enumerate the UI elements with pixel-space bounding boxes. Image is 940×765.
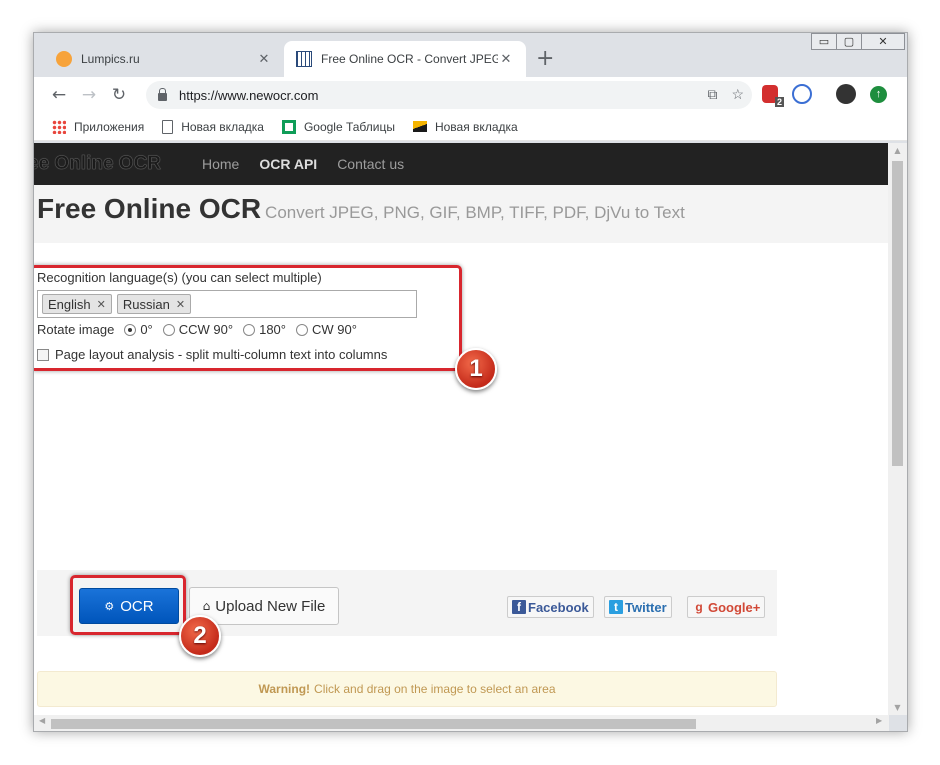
horizontal-scrollbar[interactable]: ◀ ▶: [34, 715, 889, 731]
home-icon: ⌂: [202, 599, 211, 613]
bookmarks-bar: Приложения Новая вкладка Google Таблицы …: [34, 113, 907, 141]
page-header: Free Online OCR Convert JPEG, PNG, GIF, B…: [34, 185, 889, 243]
tab-strip: Lumpics.ru ✕ Free Online OCR - Convert J…: [34, 41, 907, 77]
bookmark-apps[interactable]: Приложения: [52, 119, 145, 134]
forward-button[interactable]: →: [74, 85, 104, 105]
bookmark-label: Новая вкладка: [181, 119, 264, 134]
apps-icon: [52, 119, 66, 134]
vertical-scroll-thumb[interactable]: [892, 161, 903, 466]
reload-button[interactable]: ↻: [104, 85, 134, 105]
browser-window: ▭ ▢ ✕ Lumpics.ru ✕ Free Online OCR - Con…: [33, 32, 908, 732]
callout-badge-2: 2: [179, 615, 221, 657]
title-text: Free Online OCR: [37, 193, 262, 224]
site-navbar: ee Online OCR Home OCR API Contact us: [34, 143, 889, 185]
facebook-icon: f: [512, 600, 526, 614]
lock-icon: [158, 88, 167, 101]
tab-title: Lumpics.ru: [81, 52, 140, 66]
close-icon[interactable]: ✕: [256, 52, 272, 67]
warning-text: Click and drag on the image to select an…: [314, 682, 556, 696]
bookmark-label: Приложения: [74, 119, 145, 134]
bookmark-label: Google Таблицы: [303, 119, 395, 134]
tab-title: Free Online OCR - Convert JPEG: [321, 52, 498, 66]
vertical-scrollbar[interactable]: ▲ ▼: [888, 143, 907, 715]
google-plus-label: Google+: [708, 599, 761, 615]
opera-extension-icon[interactable]: 2: [762, 85, 784, 107]
warning-alert: Warning! Click and drag on the image to …: [37, 671, 777, 707]
page-subtitle: Convert JPEG, PNG, GIF, BMP, TIFF, PDF, …: [265, 203, 685, 222]
bookmark-new-tab-2[interactable]: Новая вкладка: [412, 119, 518, 134]
tab-newocr[interactable]: Free Online OCR - Convert JPEG ✕: [284, 41, 526, 77]
scroll-right-icon[interactable]: ▶: [876, 716, 882, 725]
avatar[interactable]: [836, 84, 856, 104]
upload-button-label: Upload New File: [215, 597, 326, 615]
bookmark-google-sheets[interactable]: Google Таблицы: [281, 119, 395, 134]
page-viewport: ee Online OCR Home OCR API Contact us Fr…: [34, 143, 889, 715]
bookmark-new-tab[interactable]: Новая вкладка: [162, 119, 264, 134]
google-plus-icon: g: [695, 600, 703, 614]
close-icon[interactable]: ✕: [498, 52, 514, 67]
image-icon: [412, 121, 427, 132]
url-text[interactable]: https://www.newocr.com: [179, 88, 318, 103]
tab-lumpics[interactable]: Lumpics.ru ✕: [44, 41, 284, 77]
scroll-down-icon[interactable]: ▼: [888, 703, 907, 712]
sheets-icon: [281, 119, 296, 134]
page-title: Free Online OCR Convert JPEG, PNG, GIF, B…: [37, 193, 685, 225]
facebook-share-button[interactable]: f Facebook: [507, 596, 594, 618]
highlight-box-ocr: [70, 575, 186, 635]
warning-strong: Warning!: [258, 682, 311, 696]
twitter-label: Twitter: [625, 599, 667, 615]
scroll-up-icon[interactable]: ▲: [888, 146, 907, 155]
browser-toolbar: ← → ↻ https://www.newocr.com ⧉ ☆ 2 ↑: [34, 77, 907, 113]
google-plus-share-button[interactable]: g Google+: [687, 596, 766, 618]
address-bar[interactable]: https://www.newocr.com ⧉ ☆: [146, 81, 752, 109]
translate-icon[interactable]: ⧉: [707, 86, 717, 103]
twitter-share-button[interactable]: t Twitter: [604, 596, 672, 618]
extensions-area: 2 ↑: [762, 84, 887, 107]
twitter-icon: t: [609, 600, 623, 614]
highlight-box-options: [34, 265, 462, 371]
document-icon: [162, 119, 174, 134]
horizontal-scroll-thumb[interactable]: [51, 719, 696, 729]
new-tab-button[interactable]: +: [536, 48, 554, 70]
scroll-left-icon[interactable]: ◀: [39, 716, 45, 725]
back-button[interactable]: ←: [44, 85, 74, 105]
globe-extension-icon[interactable]: [792, 84, 812, 104]
bookmark-label: Новая вкладка: [434, 119, 518, 134]
facebook-label: Facebook: [528, 599, 589, 615]
nav-contact[interactable]: Contact us: [337, 156, 404, 172]
nav-home[interactable]: Home: [202, 156, 239, 172]
extension-badge: 2: [774, 97, 784, 107]
bookmark-star-icon[interactable]: ☆: [731, 86, 744, 103]
nav-ocr-api[interactable]: OCR API: [259, 156, 317, 172]
grid-icon: [296, 51, 312, 67]
callout-badge-1: 1: [455, 348, 497, 390]
update-icon[interactable]: ↑: [870, 85, 887, 103]
site-brand[interactable]: ee Online OCR: [34, 153, 196, 175]
brand-text: ee Online OCR: [34, 153, 162, 174]
orange-circle-icon: [56, 51, 72, 67]
